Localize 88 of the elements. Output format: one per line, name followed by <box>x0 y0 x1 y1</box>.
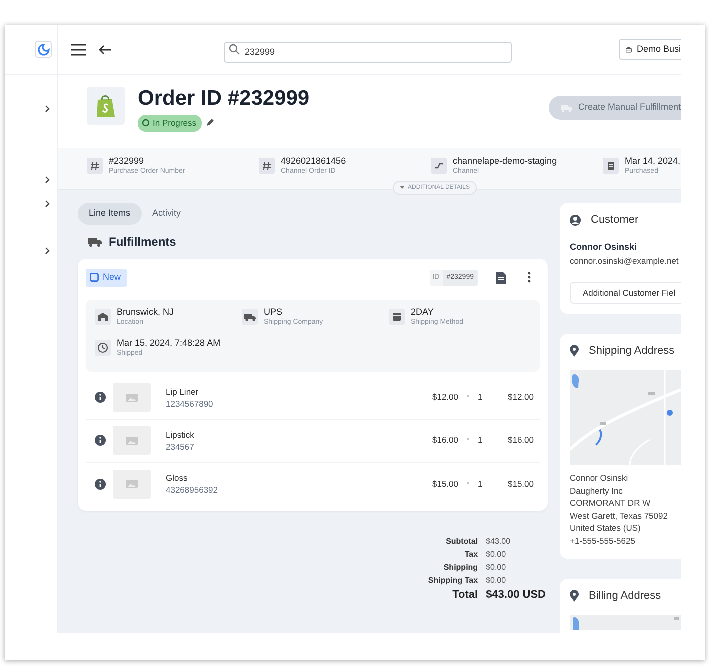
search-field[interactable]: 232999 <box>224 42 512 62</box>
business-button[interactable]: Demo Busi <box>619 39 681 60</box>
chevron-icon <box>400 186 405 190</box>
address-line: West Garett, Texas 75092 <box>570 510 669 522</box>
search-icon <box>229 44 240 55</box>
hash-icon <box>259 158 275 174</box>
expand-chevron-icon[interactable] <box>45 105 50 113</box>
line-total: $12.00 <box>508 391 534 404</box>
menu-icon[interactable] <box>71 44 86 56</box>
info-value: Brunswick, NJ <box>117 306 174 318</box>
address-line: CORMORANT DR W <box>570 497 652 510</box>
total-label: Shipping Tax <box>428 574 478 586</box>
address-line: Connor Osinski <box>570 472 630 485</box>
quantity: 1 <box>478 434 484 447</box>
total-label: Shipping <box>442 562 478 574</box>
address-line: Daugherty Inc <box>570 484 624 498</box>
address-line: United States (US) <box>570 522 642 535</box>
line-total: $15.00 <box>508 478 534 490</box>
card-title: Billing Address <box>589 589 662 604</box>
detail-value: channelape-demo-staging <box>453 156 558 167</box>
truck-icon <box>242 308 258 324</box>
tab[interactable]: Activity <box>142 203 192 225</box>
truck-icon <box>88 237 102 247</box>
expand-chevron-icon[interactable] <box>45 200 50 208</box>
total-value: $0.00 <box>486 548 508 560</box>
info-icon[interactable] <box>95 392 106 403</box>
product-name: Lip Liner <box>166 386 200 398</box>
clock-icon <box>95 340 111 356</box>
tab[interactable]: Line Items <box>78 203 142 225</box>
info-value: 2DAY <box>411 306 435 318</box>
app-logo-icon[interactable] <box>35 41 52 58</box>
more-options-icon[interactable] <box>528 272 531 284</box>
warehouse-icon <box>95 308 111 324</box>
total-label: Tax <box>464 548 478 560</box>
status-badge: In Progress <box>138 115 202 132</box>
info-icon[interactable] <box>95 478 106 490</box>
image-placeholder-icon <box>113 383 151 412</box>
total-value: $43.00 <box>486 536 512 548</box>
unit-price: $15.00 <box>432 478 458 490</box>
total-label: Total <box>452 588 478 602</box>
card-title: Customer <box>591 213 639 227</box>
unit-price: $12.00 <box>432 391 458 404</box>
address-line: +1-555-555-5625 <box>570 534 636 548</box>
location-pin-icon <box>570 345 579 358</box>
detail-value: #232999 <box>109 156 146 167</box>
expand-chevron-icon[interactable] <box>45 247 50 255</box>
fulfillments-heading: Fulfillments <box>109 235 176 249</box>
image-placeholder-icon <box>113 470 151 498</box>
order-title: Order ID #232999 <box>138 87 310 111</box>
card-title: Shipping Address <box>589 344 675 358</box>
info-value: UPS <box>264 306 284 318</box>
edit-pencil-icon[interactable] <box>206 119 214 128</box>
total-value: $43.00 USD <box>486 588 546 602</box>
truck-icon <box>561 104 572 112</box>
customer-name: Connor Osinski <box>570 241 638 254</box>
briefcase-icon <box>626 44 632 54</box>
total-value: $0.00 <box>486 574 508 586</box>
product-name: Gloss <box>166 472 189 484</box>
box-icon <box>389 308 405 324</box>
line-total: $16.00 <box>508 434 534 447</box>
square-icon <box>90 273 99 282</box>
user-icon <box>570 214 581 226</box>
hash-icon <box>87 158 103 174</box>
detail-value: 4926021861456 <box>281 156 346 167</box>
detail-value: Mar 14, 2024, <box>625 156 681 167</box>
additional-fields-button[interactable]: Additional Customer Fiel <box>570 282 681 304</box>
total-label: Subtotal <box>445 536 478 548</box>
expand-chevron-icon[interactable] <box>45 176 50 184</box>
image-placeholder-icon <box>113 426 151 455</box>
channel-icon <box>431 158 447 174</box>
location-pin-icon <box>570 590 579 602</box>
product-sku: 234567 <box>166 440 194 452</box>
product-name: Lipstick <box>166 428 194 440</box>
back-arrow-icon[interactable] <box>99 44 111 54</box>
info-icon[interactable] <box>95 435 106 446</box>
product-sku: 43268956392 <box>166 484 218 496</box>
quantity: 1 <box>478 391 484 404</box>
info-value: Mar 15, 2024, 7:48:28 AM <box>117 338 221 349</box>
calendar-icon <box>603 158 619 174</box>
status-circle-icon <box>142 119 150 128</box>
status-badge: New <box>86 269 128 286</box>
product-sku: 1234567890 <box>166 398 214 410</box>
shopping-bag-icon <box>87 87 125 125</box>
total-value: $0.00 <box>486 562 508 574</box>
quantity: 1 <box>478 478 484 490</box>
document-icon[interactable] <box>496 272 506 284</box>
customer-email: connor.osinski@example.net <box>570 254 680 268</box>
unit-price: $16.00 <box>432 434 458 447</box>
